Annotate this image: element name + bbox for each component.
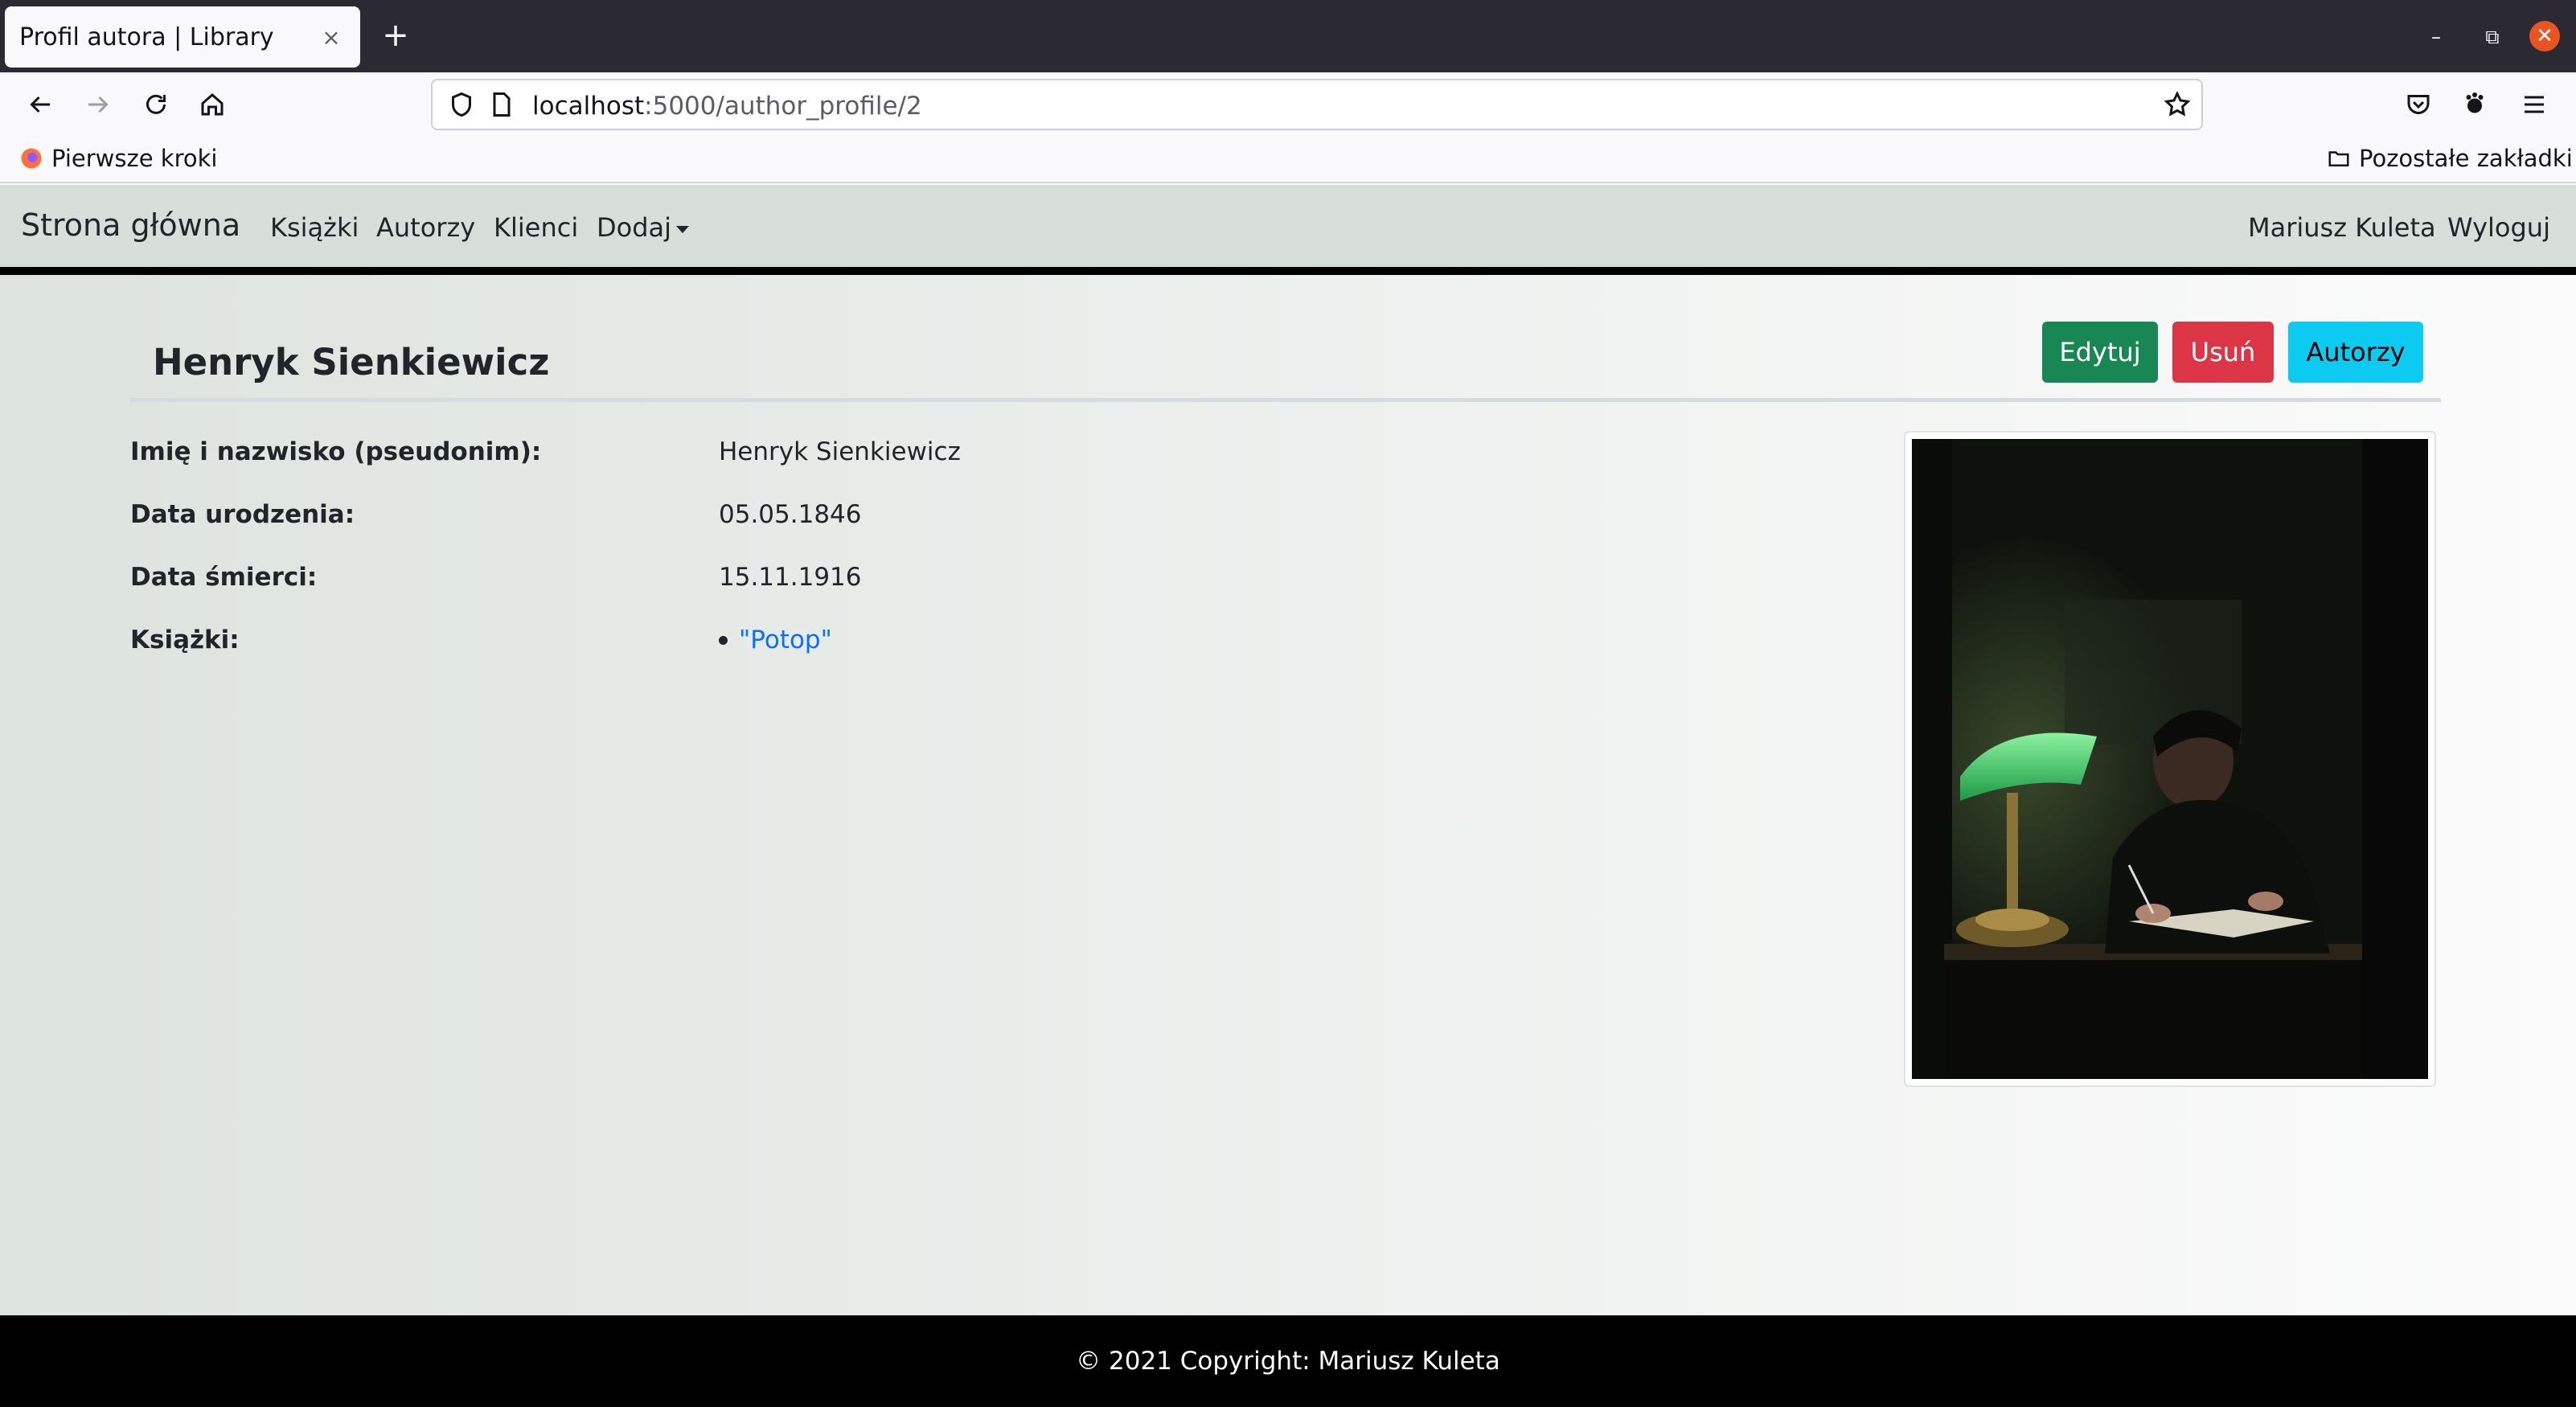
firefox-icon: [21, 148, 42, 169]
value-birth-date: 05.05.1846: [719, 500, 862, 529]
bookmark-other[interactable]: Pozostałe zakładki: [2327, 145, 2573, 172]
url-host: localhost: [532, 92, 645, 121]
back-icon[interactable]: [23, 87, 58, 122]
nav-dropdown-label: Dodaj: [597, 212, 672, 243]
footer-copyright: © 2021 Copyright: Mariusz Kuleta: [1076, 1347, 1500, 1376]
extension-icon[interactable]: [2457, 87, 2492, 122]
bookmark-star-icon[interactable]: [2160, 87, 2195, 122]
forward-icon[interactable]: [80, 87, 116, 122]
url-bar[interactable]: localhost:5000/author_profile/2: [431, 79, 2203, 130]
page-title: Henryk Sienkiewicz: [153, 341, 550, 384]
author-header: Henryk Sienkiewicz Edytuj Usuń Autorzy: [130, 322, 2441, 402]
reload-icon[interactable]: [138, 87, 174, 122]
authors-button[interactable]: Autorzy: [2288, 322, 2423, 383]
page-icon: [484, 87, 519, 122]
value-death-date: 15.11.1916: [719, 563, 862, 592]
url-path: :5000/author_profile/2: [644, 92, 922, 121]
minimize-icon[interactable]: –: [2420, 21, 2452, 53]
author-photo-image: [1912, 439, 2428, 1079]
nav-logout[interactable]: Wyloguj: [2447, 212, 2550, 243]
label-full-name: Imię i nazwisko (pseudonim):: [130, 437, 542, 466]
url-text[interactable]: localhost:5000/author_profile/2: [532, 92, 922, 121]
nav-dropdown-add[interactable]: Dodaj: [597, 212, 690, 243]
site-navbar: Strona główna Książki Autorzy Klienci Do…: [0, 185, 2576, 275]
home-icon[interactable]: [195, 87, 230, 122]
nav-link-authors[interactable]: Autorzy: [376, 212, 475, 243]
delete-button[interactable]: Usuń: [2172, 322, 2274, 383]
footer: © 2021 Copyright: Mariusz Kuleta: [0, 1315, 2576, 1407]
edit-button[interactable]: Edytuj: [2042, 322, 2158, 383]
label-death-date: Data śmierci:: [130, 563, 318, 592]
value-full-name: Henryk Sienkiewicz: [719, 437, 961, 466]
browser-toolbar: localhost:5000/author_profile/2: [0, 72, 2576, 137]
bullet-icon: [719, 635, 728, 645]
new-tab-icon[interactable]: +: [378, 18, 413, 53]
nav-user[interactable]: Mariusz Kuleta: [2248, 212, 2436, 243]
restore-icon[interactable]: ⧉: [2476, 21, 2508, 53]
menu-icon[interactable]: [2517, 87, 2552, 122]
label-birth-date: Data urodzenia:: [130, 500, 355, 529]
nav-link-clients[interactable]: Klienci: [494, 212, 578, 243]
list-item: "Potop": [719, 626, 832, 654]
caret-down-icon: [676, 225, 690, 233]
nav-link-books[interactable]: Książki: [270, 212, 359, 243]
brand-link[interactable]: Strona główna: [21, 207, 240, 243]
bookmark-label: Pozostałe zakładki: [2359, 145, 2573, 172]
bookmarks-bar: Pierwsze kroki Pozostałe zakładki: [0, 137, 2576, 183]
browser-tab-bar: Profil autora | Library × + – ⧉ ✕: [0, 0, 2576, 72]
browser-tab[interactable]: Profil autora | Library ×: [5, 6, 360, 68]
window-close-icon[interactable]: ✕: [2529, 21, 2560, 51]
bookmark-getting-started[interactable]: Pierwsze kroki: [19, 145, 217, 172]
folder-icon: [2328, 151, 2349, 166]
author-photo: [1904, 431, 2436, 1087]
tab-close-icon[interactable]: ×: [317, 24, 346, 51]
pocket-icon[interactable]: [2401, 87, 2436, 122]
label-books: Książki:: [130, 626, 240, 654]
shield-icon[interactable]: [444, 87, 479, 122]
bookmark-label: Pierwsze kroki: [51, 145, 218, 172]
tab-title: Profil autora | Library: [19, 23, 274, 51]
page-content: Strona główna Książki Autorzy Klienci Do…: [0, 185, 2576, 1407]
book-link[interactable]: "Potop": [739, 626, 832, 654]
